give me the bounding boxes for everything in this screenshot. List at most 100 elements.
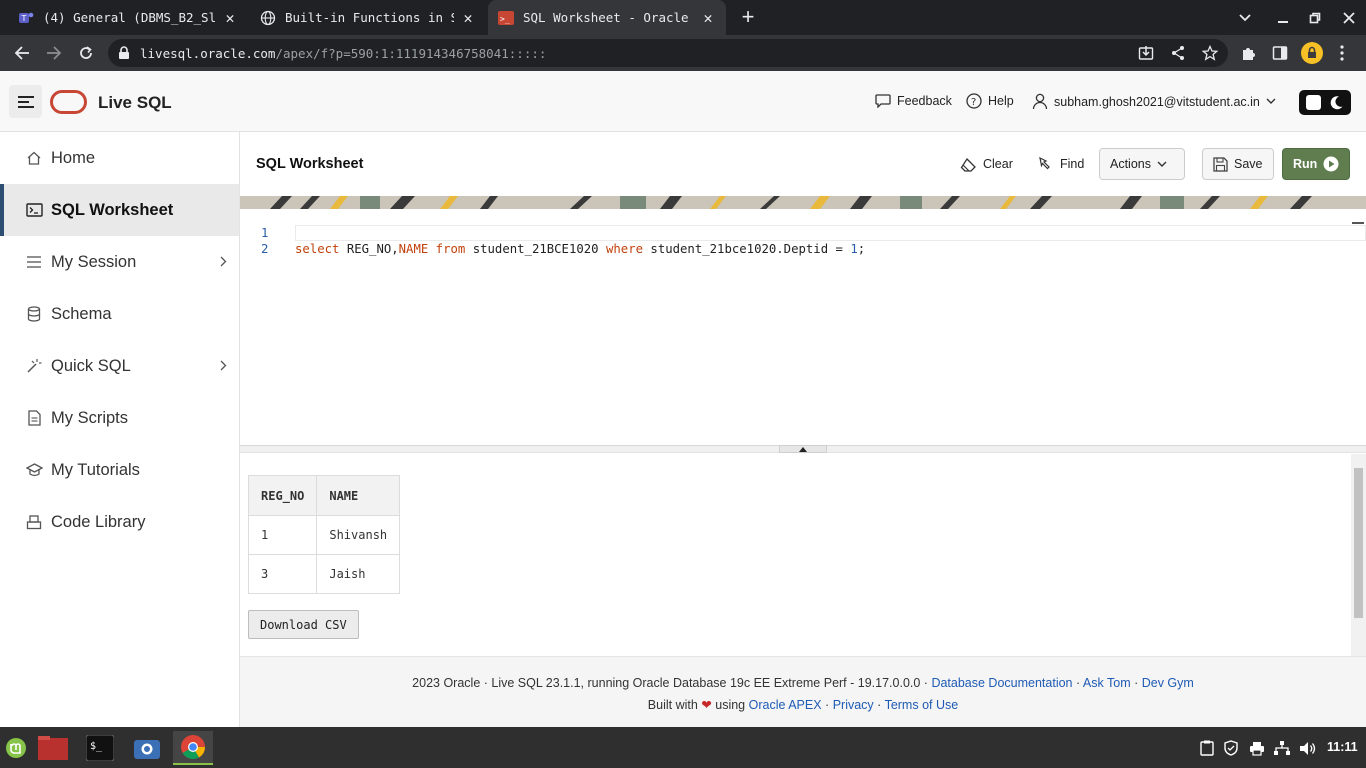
database-documentation-link[interactable]: Database Documentation xyxy=(931,676,1072,690)
oracle-terminal-icon: >_ xyxy=(498,10,514,26)
close-tab-icon[interactable]: ✕ xyxy=(460,9,476,27)
clock[interactable]: 11:11 xyxy=(1327,740,1358,754)
back-icon[interactable] xyxy=(9,40,35,66)
sidebar-item-my-scripts[interactable]: My Scripts xyxy=(0,392,239,444)
app-header: Live SQL Feedback ? Help subham.ghosh202… xyxy=(0,71,1366,132)
footer: 2023 Oracle · Live SQL 23.1.1, running O… xyxy=(240,656,1366,727)
sidebar-item-sql-worksheet[interactable]: SQL Worksheet xyxy=(0,184,239,236)
oracle-apex-link[interactable]: Oracle APEX xyxy=(749,698,822,712)
terminal-icon xyxy=(25,201,43,219)
os-taskbar: $_ 11:11 xyxy=(0,727,1366,768)
user-email: subham.ghosh2021@vitstudent.ac.in xyxy=(1054,94,1260,109)
play-icon xyxy=(1323,156,1339,172)
list-icon xyxy=(25,253,43,271)
splitter-handle[interactable] xyxy=(779,445,827,453)
oracle-logo[interactable] xyxy=(50,90,87,114)
chevron-down-icon xyxy=(1157,161,1167,168)
tab-title: Built-in Functions in SQL xyxy=(285,10,454,25)
extensions-icon[interactable] xyxy=(1236,41,1260,65)
find-button[interactable]: Find xyxy=(1028,148,1094,180)
profile-avatar-icon[interactable] xyxy=(1300,41,1324,65)
tab-title: (4) General (DBMS_B2_Slot xyxy=(43,10,216,25)
sidebar-item-schema[interactable]: Schema xyxy=(0,288,239,340)
scrollbar-thumb[interactable] xyxy=(1354,468,1363,618)
printer-tray-icon[interactable] xyxy=(1248,739,1266,757)
privacy-link[interactable]: Privacy xyxy=(833,698,874,712)
network-tray-icon[interactable] xyxy=(1273,739,1291,757)
file-manager-icon[interactable] xyxy=(33,731,73,765)
theme-toggle[interactable] xyxy=(1299,90,1351,115)
decorative-pattern xyxy=(240,196,1366,209)
terms-of-use-link[interactable]: Terms of Use xyxy=(885,698,959,712)
code-line: 1 select REG_NO,NAME from student_21BCE1… xyxy=(240,209,1353,256)
chat-bubble-icon xyxy=(875,93,891,108)
moon-icon[interactable] xyxy=(1328,95,1344,111)
dev-gym-link[interactable]: Dev Gym xyxy=(1142,676,1194,690)
pane-splitter[interactable] xyxy=(240,445,1366,453)
svg-text:>_: >_ xyxy=(500,14,510,23)
tab-sql-worksheet[interactable]: >_ SQL Worksheet - Oracle Li ✕ xyxy=(488,0,726,35)
user-menu[interactable]: subham.ghosh2021@vitstudent.ac.in xyxy=(1032,93,1276,110)
save-button[interactable]: Save xyxy=(1202,148,1274,180)
results-table: REG_NO NAME 1 Shivansh 3 Jaish xyxy=(247,475,401,594)
forward-icon[interactable] xyxy=(41,40,67,66)
download-csv-button[interactable]: Download CSV xyxy=(248,610,359,639)
results-scrollbar[interactable] xyxy=(1351,454,1366,656)
feedback-link[interactable]: Feedback xyxy=(875,93,952,108)
hamburger-icon xyxy=(17,95,34,108)
run-button[interactable]: Run xyxy=(1282,148,1350,180)
tab-builtin-functions[interactable]: Built-in Functions in SQL ✕ xyxy=(250,0,486,35)
ask-tom-link[interactable]: Ask Tom xyxy=(1083,676,1131,690)
new-tab-button[interactable]: + xyxy=(737,6,759,29)
sql-editor[interactable]: 1 select REG_NO,NAME from student_21BCE1… xyxy=(240,209,1366,446)
help-label: Help xyxy=(988,94,1014,108)
mint-menu-icon[interactable] xyxy=(0,731,32,765)
svg-text:T: T xyxy=(21,14,27,23)
clear-button[interactable]: Clear xyxy=(950,148,1023,180)
screenshot-app-icon[interactable] xyxy=(127,731,167,765)
sidebar-item-my-session[interactable]: My Session xyxy=(0,236,239,288)
browser-menu-icon[interactable] xyxy=(1330,41,1354,65)
install-icon[interactable] xyxy=(1138,45,1154,61)
menu-toggle-button[interactable] xyxy=(9,85,42,118)
user-icon xyxy=(1032,93,1048,110)
minimize-icon[interactable] xyxy=(1266,0,1300,35)
chevron-right-icon xyxy=(220,256,227,267)
reload-icon[interactable] xyxy=(73,40,99,66)
actions-dropdown[interactable]: Actions xyxy=(1099,148,1185,180)
sidebar-item-code-library[interactable]: Code Library xyxy=(0,496,239,548)
table-header-row: REG_NO NAME xyxy=(247,475,401,516)
save-label: Save xyxy=(1234,157,1263,171)
close-tab-icon[interactable]: ✕ xyxy=(700,9,716,27)
tab-teams[interactable]: T (4) General (DBMS_B2_Slot ✕ xyxy=(8,0,248,35)
separator: · xyxy=(873,698,885,712)
side-panel-icon[interactable] xyxy=(1268,41,1292,65)
help-circle-icon: ? xyxy=(966,93,982,109)
chrome-app-icon[interactable] xyxy=(173,731,213,765)
sidebar-item-home[interactable]: Home xyxy=(0,132,239,184)
table-row: 1 Shivansh xyxy=(247,515,401,555)
sidebar-item-quick-sql[interactable]: Quick SQL xyxy=(0,340,239,392)
volume-tray-icon[interactable] xyxy=(1298,739,1316,757)
close-window-icon[interactable] xyxy=(1332,0,1366,35)
restore-icon[interactable] xyxy=(1298,0,1332,35)
table-cell: Jaish xyxy=(316,554,401,594)
app-brand[interactable]: Live SQL xyxy=(98,93,172,113)
bookmark-star-icon[interactable] xyxy=(1202,45,1218,61)
tab-search-icon[interactable] xyxy=(1228,0,1262,35)
run-label: Run xyxy=(1293,157,1318,171)
chevron-down-icon xyxy=(1266,98,1276,105)
sidebar-item-my-tutorials[interactable]: My Tutorials xyxy=(0,444,239,496)
clipboard-tray-icon[interactable] xyxy=(1198,739,1216,757)
help-link[interactable]: ? Help xyxy=(966,93,1014,109)
shield-tray-icon[interactable] xyxy=(1222,739,1240,757)
terminal-app-icon[interactable]: $_ xyxy=(80,731,120,765)
close-tab-icon[interactable]: ✕ xyxy=(222,9,238,27)
sidebar: Home SQL Worksheet My Session Schema Qui… xyxy=(0,132,240,727)
browser-toolbar: livesql.oracle.com/apex/f?p=590:1:111914… xyxy=(0,35,1366,71)
share-icon[interactable] xyxy=(1170,45,1186,61)
magic-wand-icon xyxy=(25,357,43,375)
sidebar-item-label: My Scripts xyxy=(51,408,129,427)
light-mode-icon[interactable] xyxy=(1306,95,1322,110)
address-bar[interactable]: livesql.oracle.com/apex/f?p=590:1:111914… xyxy=(108,39,1228,67)
